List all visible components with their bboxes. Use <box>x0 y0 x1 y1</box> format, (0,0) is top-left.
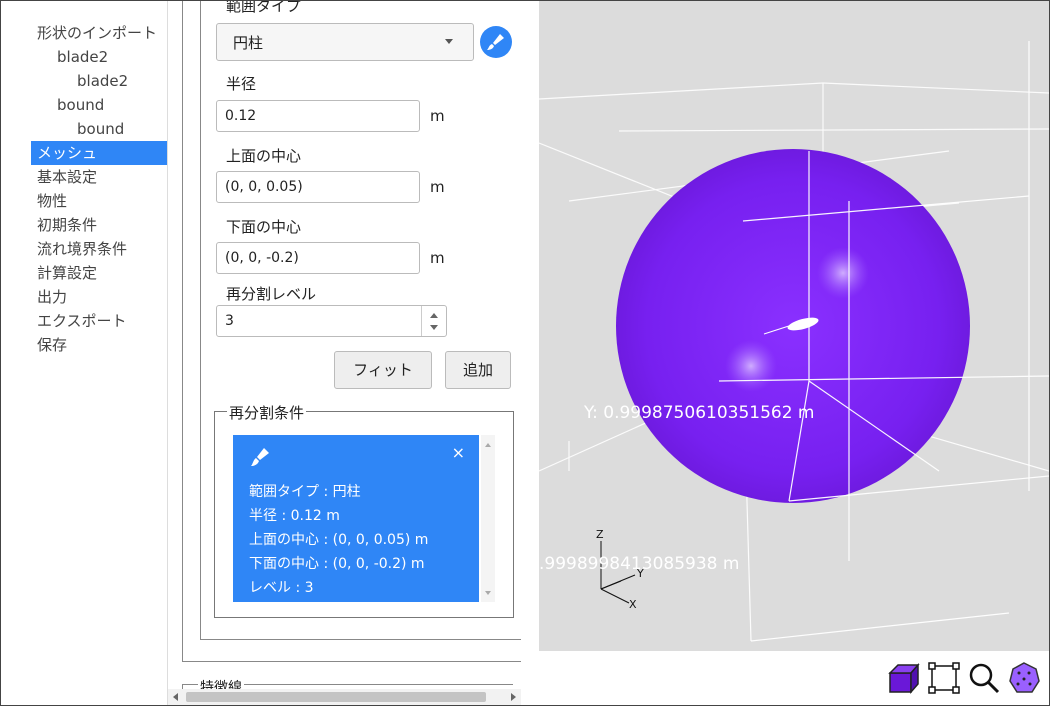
bottom-center-input[interactable] <box>216 242 420 274</box>
mesh-sphere-icon[interactable] <box>1007 661 1041 695</box>
sidebar-item-properties[interactable]: 物性 <box>31 189 167 213</box>
axis-z-label: Z <box>596 528 604 541</box>
range-type-value: 円柱 <box>233 34 264 52</box>
zoom-icon[interactable] <box>967 661 1001 695</box>
top-center-input[interactable] <box>216 171 420 203</box>
condition-line: レベル : 3 <box>249 580 314 596</box>
sidebar-item-output[interactable]: 出力 <box>31 285 167 309</box>
mesh-settings-panel: 範囲タイプ 円柱 半径 m 上面の中心 m 下面の中心 m 再分割レベル 3 <box>168 1 521 705</box>
level-label: 再分割レベル <box>226 285 317 303</box>
condition-line: 上面の中心 : (0, 0, 0.05) m <box>249 532 429 548</box>
sidebar-item-initial-conditions[interactable]: 初期条件 <box>31 213 167 237</box>
chevron-down-icon <box>445 39 453 44</box>
fit-button[interactable]: フィット <box>334 351 432 389</box>
viewport-toolbar <box>539 651 1049 705</box>
stepper-up-icon[interactable] <box>430 313 438 318</box>
sidebar-item-save[interactable]: 保存 <box>31 333 167 357</box>
y-dimension-label: Y: 0.9998750610351562 m <box>584 403 815 423</box>
scrollbar-arrows <box>485 443 491 595</box>
conditions-scrollbar[interactable] <box>481 435 495 602</box>
level-stepper[interactable]: 3 <box>216 305 447 337</box>
sidebar-item-export[interactable]: エクスポート <box>31 309 167 333</box>
bottom-center-unit: m <box>430 249 445 267</box>
close-icon[interactable]: × <box>452 443 465 462</box>
top-center-unit: m <box>430 178 445 196</box>
stepper-down-icon[interactable] <box>430 325 438 330</box>
3d-viewport[interactable]: Y: 0.9998750610351562 m .999899841308593… <box>539 1 1049 651</box>
sidebar-item-bound-child[interactable]: bound <box>31 117 167 141</box>
refinement-conditions-legend: 再分割条件 <box>227 402 307 423</box>
condition-line: 下面の中心 : (0, 0, -0.2) m <box>249 556 425 572</box>
condition-line: 半径 : 0.12 m <box>249 508 340 524</box>
brush-button[interactable] <box>480 26 512 58</box>
brush-icon <box>251 448 269 466</box>
radius-unit: m <box>430 107 445 125</box>
sidebar: 形状のインポート blade2 blade2 bound bound メッシュ … <box>1 1 168 705</box>
box-view-icon[interactable] <box>887 661 921 695</box>
panel-horizontal-scrollbar[interactable] <box>168 689 521 705</box>
brush-icon <box>487 34 504 50</box>
scrollbar-track <box>173 692 516 702</box>
top-center-label: 上面の中心 <box>226 147 302 165</box>
add-button[interactable]: 追加 <box>445 351 511 389</box>
radius-input[interactable] <box>216 100 420 132</box>
level-value: 3 <box>225 313 234 329</box>
range-type-select[interactable]: 円柱 <box>216 23 474 61</box>
sidebar-item-calc-settings[interactable]: 計算設定 <box>31 261 167 285</box>
condition-line: 範囲タイプ : 円柱 <box>249 484 361 500</box>
axis-y-label: Y <box>637 567 644 580</box>
sidebar-item-flow-boundary[interactable]: 流れ境界条件 <box>31 237 167 261</box>
app-window: 形状のインポート blade2 blade2 bound bound メッシュ … <box>0 0 1050 706</box>
fit-frame-icon[interactable] <box>927 661 961 695</box>
sidebar-item-blade2[interactable]: blade2 <box>31 45 167 69</box>
sidebar-item-blade2-child[interactable]: blade2 <box>31 69 167 93</box>
radius-label: 半径 <box>226 75 257 93</box>
axis-x-label: X <box>629 598 637 611</box>
condition-card[interactable]: × 範囲タイプ : 円柱 半径 : 0.12 m 上面の中心 : (0, 0, … <box>233 435 479 602</box>
refinement-conditions-group: 再分割条件 × 範囲タイプ : 円柱 半径 : 0.12 m 上面の中心 : (… <box>214 402 514 618</box>
sidebar-item-shape-import[interactable]: 形状のインポート <box>31 21 167 45</box>
sidebar-item-basic-settings[interactable]: 基本設定 <box>31 165 167 189</box>
range-type-label: 範囲タイプ <box>226 1 302 15</box>
sidebar-item-mesh[interactable]: メッシュ <box>31 141 167 165</box>
stepper-buttons[interactable] <box>421 306 446 336</box>
sidebar-item-bound[interactable]: bound <box>31 93 167 117</box>
bottom-center-label: 下面の中心 <box>226 218 302 236</box>
